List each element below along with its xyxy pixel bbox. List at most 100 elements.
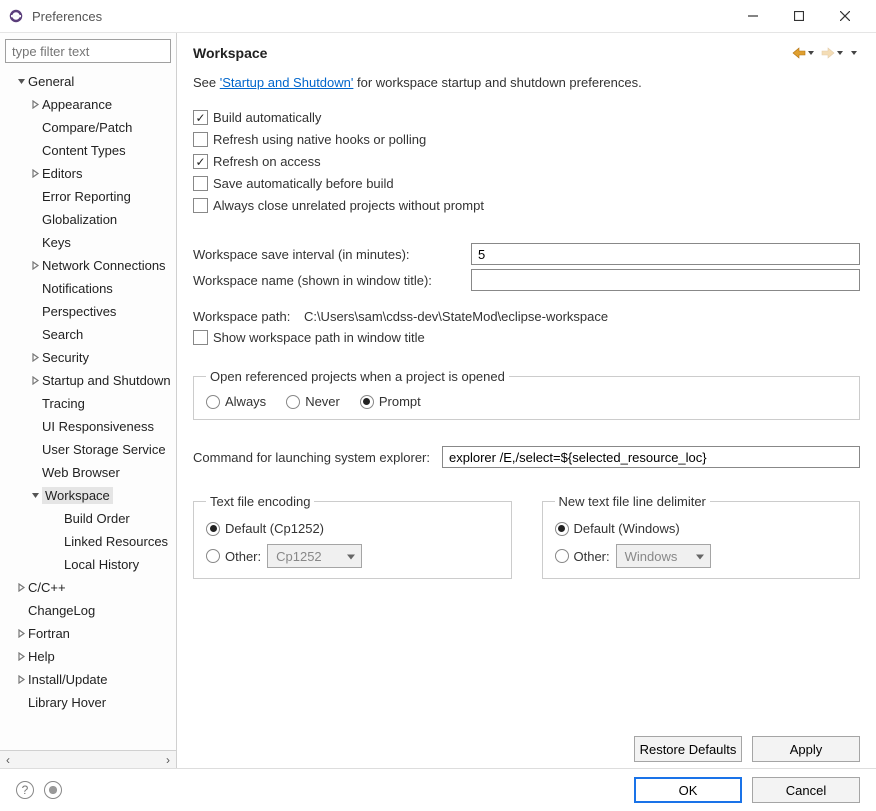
build-automatically-checkbox[interactable]: Build automatically	[193, 110, 860, 125]
tree-item-help[interactable]: Help	[0, 645, 176, 668]
tree-item-general[interactable]: General	[0, 70, 176, 93]
open-ref-never-radio[interactable]: Never	[286, 394, 340, 409]
tree-item-appearance[interactable]: Appearance	[0, 93, 176, 116]
view-menu-button[interactable]	[848, 49, 860, 57]
sidebar: General Appearance Compare/Patch Content Ty…	[0, 33, 177, 768]
encoding-other-radio[interactable]: Other:	[206, 549, 261, 564]
workspace-path-label: Workspace path:	[193, 309, 290, 324]
chevron-right-icon[interactable]	[28, 353, 42, 362]
close-unrelated-checkbox[interactable]: Always close unrelated projects without …	[193, 198, 860, 213]
encoding-other-combo[interactable]: Cp1252	[267, 544, 362, 568]
tree-item-perspectives[interactable]: Perspectives	[0, 300, 176, 323]
chevron-right-icon[interactable]	[14, 629, 28, 638]
tree-item-label: Appearance	[42, 97, 112, 112]
tree-item-startup-and-shutdown[interactable]: Startup and Shutdown	[0, 369, 176, 392]
chevron-right-icon[interactable]	[28, 100, 42, 109]
ok-button[interactable]: OK	[634, 777, 742, 803]
tree-item-globalization[interactable]: Globalization	[0, 208, 176, 231]
tree-item-ui-responsiveness[interactable]: UI Responsiveness	[0, 415, 176, 438]
tree-item-label: Build Order	[64, 511, 130, 526]
tree-item-content-types[interactable]: Content Types	[0, 139, 176, 162]
open-ref-always-radio[interactable]: Always	[206, 394, 266, 409]
radio-icon	[555, 549, 569, 563]
chevron-down-icon[interactable]	[28, 491, 42, 500]
horizontal-scrollbar[interactable]: ‹ ›	[0, 750, 176, 768]
cancel-button[interactable]: Cancel	[752, 777, 860, 803]
tree-item-label: Library Hover	[28, 695, 106, 710]
launch-command-input[interactable]	[442, 446, 860, 468]
maximize-button[interactable]	[776, 1, 822, 31]
startup-shutdown-link[interactable]: 'Startup and Shutdown'	[220, 75, 354, 90]
import-export-icon[interactable]	[44, 781, 62, 799]
tree-item-label: Globalization	[42, 212, 117, 227]
preferences-tree[interactable]: General Appearance Compare/Patch Content Ty…	[0, 68, 176, 750]
tree-item-network-connections[interactable]: Network Connections	[0, 254, 176, 277]
tree-item-error-reporting[interactable]: Error Reporting	[0, 185, 176, 208]
chevron-right-icon[interactable]	[14, 583, 28, 592]
tree-item-user-storage-service[interactable]: User Storage Service	[0, 438, 176, 461]
back-button[interactable]	[790, 47, 817, 59]
radio-label: Other:	[574, 549, 610, 564]
tree-item-label: C/C++	[28, 580, 66, 595]
tree-item-label: Help	[28, 649, 55, 664]
workspace-name-input[interactable]	[471, 269, 860, 291]
save-interval-input[interactable]	[471, 243, 860, 265]
tree-item-linked-resources[interactable]: Linked Resources	[0, 530, 176, 553]
save-interval-label: Workspace save interval (in minutes):	[193, 247, 463, 262]
tree-item-security[interactable]: Security	[0, 346, 176, 369]
refresh-native-checkbox[interactable]: Refresh using native hooks or polling	[193, 132, 860, 147]
scroll-right-icon[interactable]: ›	[162, 753, 174, 767]
tree-item-c-c-[interactable]: C/C++	[0, 576, 176, 599]
chevron-right-icon[interactable]	[14, 652, 28, 661]
apply-button[interactable]: Apply	[752, 736, 860, 762]
help-icon[interactable]: ?	[16, 781, 34, 799]
tree-item-search[interactable]: Search	[0, 323, 176, 346]
tree-item-fortran[interactable]: Fortran	[0, 622, 176, 645]
tree-item-notifications[interactable]: Notifications	[0, 277, 176, 300]
tree-item-compare-patch[interactable]: Compare/Patch	[0, 116, 176, 139]
tree-item-changelog[interactable]: ChangeLog	[0, 599, 176, 622]
radio-label: Never	[305, 394, 340, 409]
tree-item-web-browser[interactable]: Web Browser	[0, 461, 176, 484]
forward-button[interactable]	[819, 47, 846, 59]
content-pane: Workspace See 'Startup and Shutdown' for…	[177, 33, 876, 768]
chevron-right-icon[interactable]	[14, 675, 28, 684]
chevron-right-icon[interactable]	[28, 169, 42, 178]
tree-item-editors[interactable]: Editors	[0, 162, 176, 185]
tree-item-label: Content Types	[42, 143, 126, 158]
footer: ? OK Cancel	[0, 768, 876, 811]
tree-item-local-history[interactable]: Local History	[0, 553, 176, 576]
radio-icon	[555, 522, 569, 536]
close-button[interactable]	[822, 1, 868, 31]
restore-defaults-button[interactable]: Restore Defaults	[634, 736, 742, 762]
delimiter-default-radio[interactable]: Default (Windows)	[555, 521, 848, 536]
tree-item-label: ChangeLog	[28, 603, 95, 618]
encoding-default-radio[interactable]: Default (Cp1252)	[206, 521, 499, 536]
chevron-right-icon[interactable]	[28, 261, 42, 270]
delimiter-other-radio[interactable]: Other:	[555, 549, 610, 564]
tree-item-label: Network Connections	[42, 258, 166, 273]
tree-item-tracing[interactable]: Tracing	[0, 392, 176, 415]
tree-item-label: Notifications	[42, 281, 113, 296]
minimize-button[interactable]	[730, 1, 776, 31]
chevron-down-icon[interactable]	[14, 77, 28, 86]
checkbox-icon	[193, 154, 208, 169]
radio-icon	[286, 395, 300, 409]
filter-input[interactable]	[5, 39, 171, 63]
scroll-left-icon[interactable]: ‹	[2, 753, 14, 767]
save-before-build-checkbox[interactable]: Save automatically before build	[193, 176, 860, 191]
checkbox-label: Save automatically before build	[213, 176, 394, 191]
tree-item-library-hover[interactable]: Library Hover	[0, 691, 176, 714]
open-ref-prompt-radio[interactable]: Prompt	[360, 394, 421, 409]
refresh-on-access-checkbox[interactable]: Refresh on access	[193, 154, 860, 169]
tree-item-label: Search	[42, 327, 83, 342]
tree-item-keys[interactable]: Keys	[0, 231, 176, 254]
tree-item-build-order[interactable]: Build Order	[0, 507, 176, 530]
tree-item-workspace[interactable]: Workspace	[0, 484, 176, 507]
tree-item-label: UI Responsiveness	[42, 419, 154, 434]
show-path-title-checkbox[interactable]: Show workspace path in window title	[193, 330, 860, 345]
encoding-legend: Text file encoding	[206, 494, 314, 509]
delimiter-other-combo[interactable]: Windows	[616, 544, 711, 568]
tree-item-install-update[interactable]: Install/Update	[0, 668, 176, 691]
chevron-right-icon[interactable]	[28, 376, 42, 385]
